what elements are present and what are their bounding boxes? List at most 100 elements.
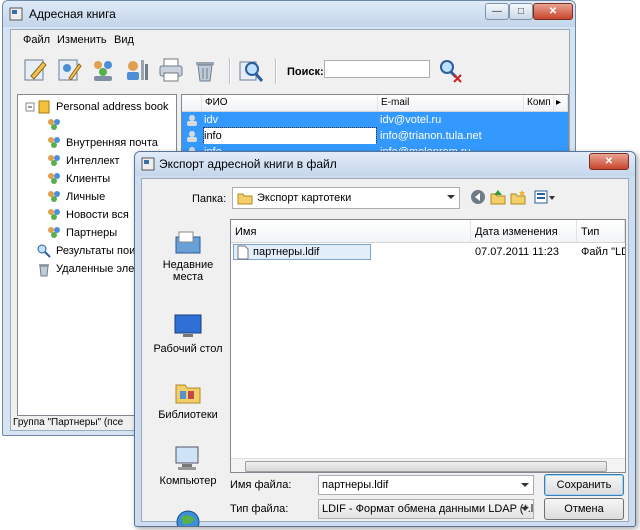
recent-places-icon <box>175 231 201 254</box>
tree-item-label: Партнеры <box>66 227 118 239</box>
delete-trash-icon[interactable] <box>191 56 219 84</box>
place-label: Рабочий стол <box>153 343 223 355</box>
contacts-list-header: ФИО E-mail Комп ▸ <box>182 95 568 112</box>
contact-row[interactable]: info info@trianon.tula.net <box>182 127 568 145</box>
toolbar: Поиск: <box>11 52 569 92</box>
tree-item-personal-address-book[interactable]: Personal address book <box>22 98 176 116</box>
tree-item-label: Клиенты <box>66 173 111 185</box>
contact-name: info <box>203 127 377 145</box>
back-icon[interactable] <box>470 189 486 205</box>
computer-icon <box>175 446 199 470</box>
file-row[interactable]: партнеры.ldif 07.07.2011 11:23 Файл "LDI <box>231 244 625 261</box>
file-date: 07.07.2011 11:23 <box>475 246 560 258</box>
contact-email: info@trianon.tula.net <box>380 130 482 142</box>
scrollbar-thumb[interactable] <box>245 461 607 472</box>
place-libraries[interactable]: Библиотеки <box>148 377 228 421</box>
tree-item-label: Личные <box>66 191 106 203</box>
contact-icon <box>187 115 197 126</box>
dialog-title: Экспорт адресной книги в файл <box>159 157 337 171</box>
chevron-down-icon[interactable] <box>447 195 455 199</box>
properties-icon[interactable] <box>123 56 151 84</box>
place-label: Недавние места <box>162 259 214 283</box>
find-contact-icon[interactable] <box>237 56 265 84</box>
file-name: партнеры.ldif <box>253 246 320 258</box>
trash-icon <box>39 264 49 277</box>
contact-icon <box>187 131 197 142</box>
filename-value: партнеры.ldif <box>322 479 389 491</box>
new-contact-icon[interactable] <box>21 56 49 84</box>
menu-edit[interactable]: Изменить <box>57 34 107 46</box>
group-icon <box>48 137 60 148</box>
filetype-value: LDIF - Формат обмена данными LDAP (*.ldi… <box>322 503 534 515</box>
tree-item-internal-mail[interactable]: Внутренняя почта <box>42 134 176 152</box>
tree-item-label: Новости вся <box>66 209 129 221</box>
address-book-app-icon <box>9 7 23 21</box>
filename-field[interactable]: партнеры.ldif <box>318 475 534 495</box>
desktop-icon <box>174 314 202 337</box>
column-type[interactable]: Тип <box>577 220 625 242</box>
cancel-button[interactable]: Отмена <box>544 498 624 520</box>
save-button[interactable]: Сохранить <box>544 474 624 496</box>
place-network[interactable] <box>148 507 228 526</box>
tree-item-label: Personal address book <box>56 101 169 113</box>
folder-icon <box>237 193 253 205</box>
new-group-icon[interactable] <box>89 56 117 84</box>
edit-contact-icon[interactable] <box>55 56 83 84</box>
group-icon <box>48 173 60 184</box>
group-icon <box>48 227 60 238</box>
horizontal-scrollbar[interactable] <box>231 458 625 472</box>
group-icon <box>48 209 60 220</box>
contact-row[interactable]: idv idv@votel.ru <box>182 112 568 128</box>
filetype-label: Тип файла: <box>230 503 289 515</box>
column-name[interactable]: Имя <box>231 220 471 242</box>
contact-name: idv <box>204 114 219 126</box>
column-icon[interactable] <box>182 95 202 111</box>
tree-item-label: Интеллект <box>66 155 120 167</box>
export-dialog: Экспорт адресной книги в файл ✕ Папка: Э… <box>134 151 636 527</box>
chevron-down-icon[interactable] <box>521 507 529 511</box>
file-icon <box>237 245 249 260</box>
folder-label: Папка: <box>192 193 227 205</box>
address-book-icon <box>38 100 50 114</box>
scroll-right-icon[interactable]: ▸ <box>554 95 568 111</box>
place-recent[interactable]: Недавние места <box>148 227 228 283</box>
tree-item-label: Удаленные элем <box>56 263 142 275</box>
search-results-icon <box>37 244 51 258</box>
toolbar-separator <box>229 58 231 84</box>
file-list-header: Имя Дата изменения Тип <box>231 220 625 243</box>
place-desktop[interactable]: Рабочий стол <box>148 311 228 355</box>
toolbar-separator <box>275 58 277 84</box>
tree-item-label: Внутренняя почта <box>66 137 158 149</box>
close-button[interactable]: ✕ <box>533 3 573 20</box>
main-titlebar[interactable]: Адресная книга — □ ✕ <box>3 1 575 27</box>
network-globe-icon <box>176 510 200 526</box>
tree-item-label: Результаты пои <box>56 245 136 257</box>
place-label: Компьютер <box>159 475 217 487</box>
print-icon[interactable] <box>157 56 185 84</box>
menu-file[interactable]: Файл <box>23 34 50 46</box>
column-date-modified[interactable]: Дата изменения <box>471 220 577 242</box>
dialog-titlebar[interactable]: Экспорт адресной книги в файл ✕ <box>135 152 635 176</box>
main-window-title: Адресная книга <box>29 7 116 21</box>
view-menu-icon[interactable] <box>534 189 556 205</box>
search-input[interactable] <box>324 60 430 78</box>
group-icon <box>48 119 60 130</box>
libraries-icon <box>175 384 201 404</box>
clear-search-icon[interactable] <box>435 56 463 84</box>
dialog-close-button[interactable]: ✕ <box>589 153 629 170</box>
place-computer[interactable]: Компьютер <box>148 443 228 487</box>
filetype-select[interactable]: LDIF - Формат обмена данными LDAP (*.ldi… <box>318 499 534 519</box>
dialog-app-icon <box>141 157 155 171</box>
maximize-button[interactable]: □ <box>509 3 533 20</box>
column-fio[interactable]: ФИО <box>202 95 378 111</box>
column-email[interactable]: E-mail <box>378 95 524 111</box>
column-company[interactable]: Комп <box>524 95 554 111</box>
folder-value: Экспорт картотеки <box>257 192 352 204</box>
menu-view[interactable]: Вид <box>114 34 134 46</box>
minimize-button[interactable]: — <box>485 3 509 20</box>
folder-combobox[interactable]: Экспорт картотеки <box>232 187 460 209</box>
chevron-down-icon[interactable] <box>521 483 529 487</box>
tree-item-group[interactable] <box>42 116 176 134</box>
up-folder-icon[interactable] <box>490 189 506 205</box>
new-folder-icon[interactable] <box>510 189 526 205</box>
